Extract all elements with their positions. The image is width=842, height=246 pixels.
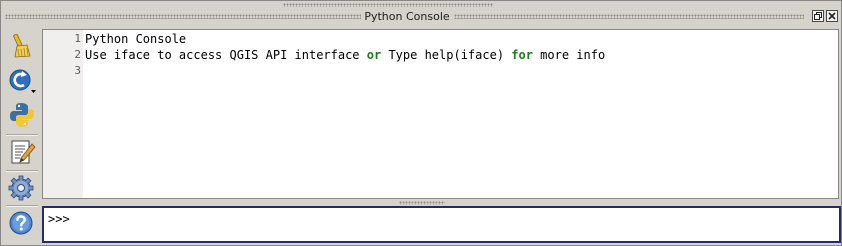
close-icon [828, 12, 836, 20]
keyword: or [366, 48, 382, 62]
toolbar-separator [6, 170, 38, 172]
line-number: 3 [74, 64, 81, 77]
prompt-label: >>> [48, 212, 70, 226]
import-class-button[interactable] [7, 100, 37, 130]
title-bar[interactable]: Python Console [1, 1, 841, 25]
clear-console-button[interactable] [7, 31, 37, 61]
command-input-area[interactable]: >>> [42, 206, 841, 243]
output-text: Use iface to access QGIS API interface [85, 48, 367, 62]
refresh-run-icon [9, 69, 36, 93]
help-button[interactable] [7, 208, 37, 238]
output-line: Python Console [85, 32, 187, 46]
broom-icon [13, 33, 31, 58]
help-icon [9, 211, 33, 235]
float-button[interactable] [812, 10, 824, 22]
console-toolbar [4, 31, 40, 243]
line-number: 1 [74, 32, 81, 45]
output-text: Type help(iface) [381, 48, 512, 62]
splitter-handle[interactable] [399, 201, 445, 205]
command-input[interactable] [76, 209, 831, 229]
line-number-gutter: 1 2 3 [43, 30, 83, 198]
python-console-panel: Python Console 1 2 3 Python Console Use … [0, 0, 842, 246]
output-line: Use iface to access QGIS API interface o… [85, 47, 605, 63]
restore-window-icon [814, 12, 822, 20]
output-text: more info [532, 48, 606, 62]
console-output[interactable]: 1 2 3 Python Console Use iface to access… [42, 29, 839, 199]
panel-title: Python Console [364, 10, 450, 23]
close-button[interactable] [826, 10, 838, 22]
keyword: for [511, 48, 533, 62]
toolbar-separator [6, 134, 38, 136]
drag-grip[interactable] [283, 3, 493, 7]
python-logo-icon [10, 103, 34, 127]
notepad-edit-icon [11, 140, 36, 164]
toolbar-separator [6, 205, 38, 207]
line-number: 2 [74, 48, 81, 61]
gear-icon [8, 175, 34, 201]
run-command-button[interactable] [7, 65, 37, 95]
show-editor-button[interactable] [7, 137, 37, 167]
settings-button[interactable] [7, 173, 37, 203]
drag-grip-right[interactable] [454, 14, 804, 19]
drag-grip-left[interactable] [5, 14, 361, 19]
